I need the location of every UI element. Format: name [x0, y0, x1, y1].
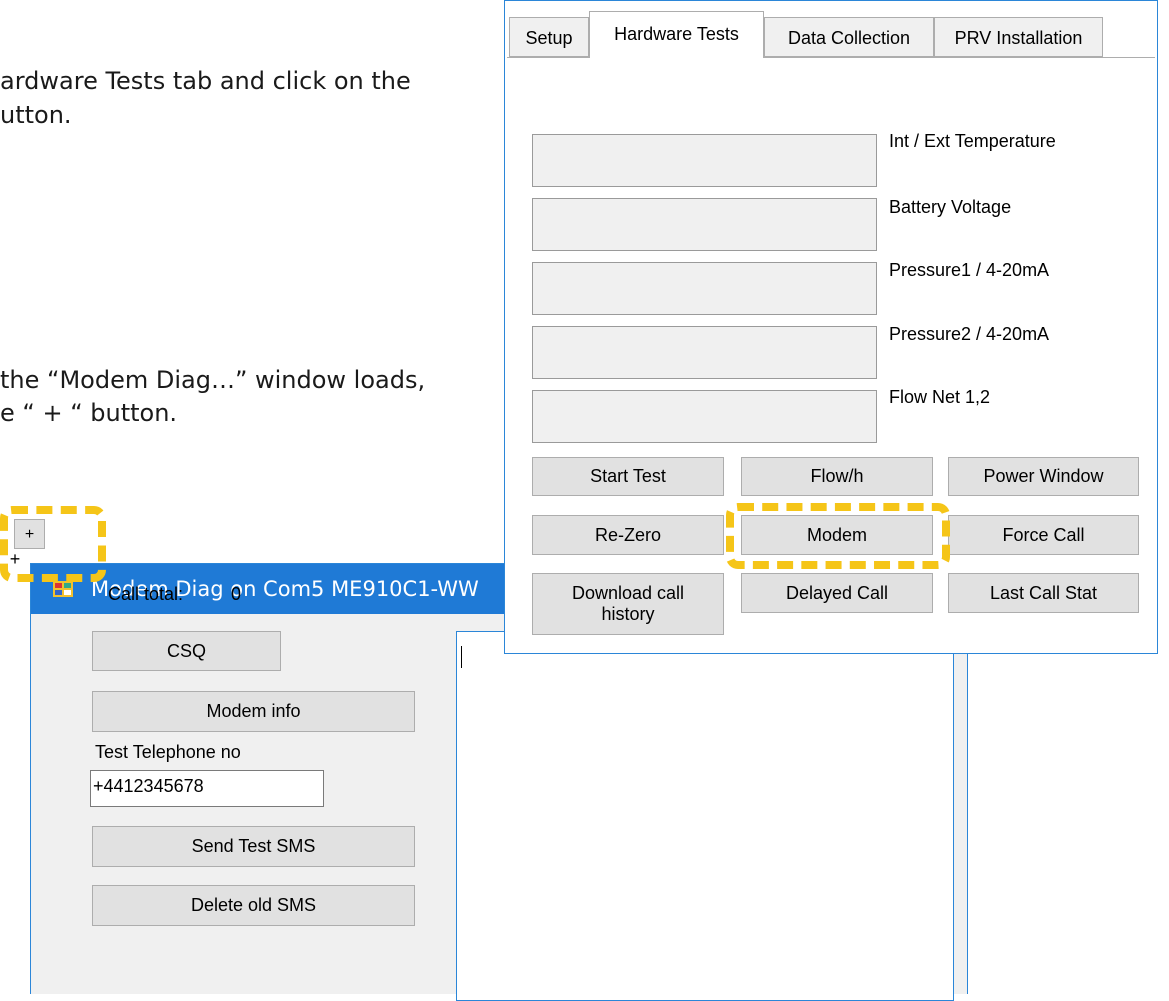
instruction-line-2: utton.: [0, 101, 72, 129]
power-window-button[interactable]: Power Window: [948, 457, 1139, 496]
test-telephone-input[interactable]: +4412345678: [90, 770, 324, 807]
re-zero-button[interactable]: Re-Zero: [532, 515, 724, 555]
pressure2-display: [532, 326, 877, 379]
text-caret: [461, 646, 462, 668]
call-total-label: Call total:: [108, 584, 184, 604]
pressure1-display: [532, 262, 877, 315]
pressure2-label: Pressure2 / 4-20mA: [889, 324, 1050, 344]
delayed-call-button[interactable]: Delayed Call: [741, 573, 933, 613]
tab-setup[interactable]: Setup: [509, 17, 589, 57]
force-call-button[interactable]: Force Call: [948, 515, 1139, 555]
tab-hardware-tests[interactable]: Hardware Tests: [589, 11, 764, 58]
hardware-tests-panel: Setup Hardware Tests Data Collection PRV…: [504, 0, 1158, 654]
flow-net-display: [532, 390, 877, 443]
csq-button[interactable]: CSQ: [92, 631, 281, 671]
modem-highlight: [726, 503, 950, 569]
plus-highlight: [0, 506, 106, 582]
battery-voltage-label: Battery Voltage: [889, 197, 1012, 217]
send-test-sms-button[interactable]: Send Test SMS: [92, 826, 415, 867]
output-log-textbox[interactable]: [456, 631, 954, 1001]
start-test-button[interactable]: Start Test: [532, 457, 724, 496]
flow-net-label: Flow Net 1,2: [889, 387, 991, 407]
tab-data-collection[interactable]: Data Collection: [764, 17, 934, 57]
app-icon: [53, 581, 73, 597]
download-call-history-button[interactable]: Download call history: [532, 573, 724, 635]
modem-info-button[interactable]: Modem info: [92, 691, 415, 732]
delete-old-sms-button[interactable]: Delete old SMS: [92, 885, 415, 926]
call-total-value: 0: [231, 584, 242, 604]
pressure1-label: Pressure1 / 4-20mA: [889, 260, 1050, 280]
last-call-stat-button[interactable]: Last Call Stat: [948, 573, 1139, 613]
temperature-display: [532, 134, 877, 187]
tab-prv-installation[interactable]: PRV Installation: [934, 17, 1103, 57]
instruction-line-1: ardware Tests tab and click on the: [0, 67, 411, 95]
battery-voltage-display: [532, 198, 877, 251]
instruction-line-4: e “ + “ button.: [0, 399, 178, 427]
instruction-line-3: the “Modem Diag…” window loads,: [0, 366, 426, 394]
flow-h-button[interactable]: Flow/h: [741, 457, 933, 496]
temperature-label: Int / Ext Temperature: [889, 131, 1056, 151]
test-telephone-label: Test Telephone no: [95, 742, 241, 762]
